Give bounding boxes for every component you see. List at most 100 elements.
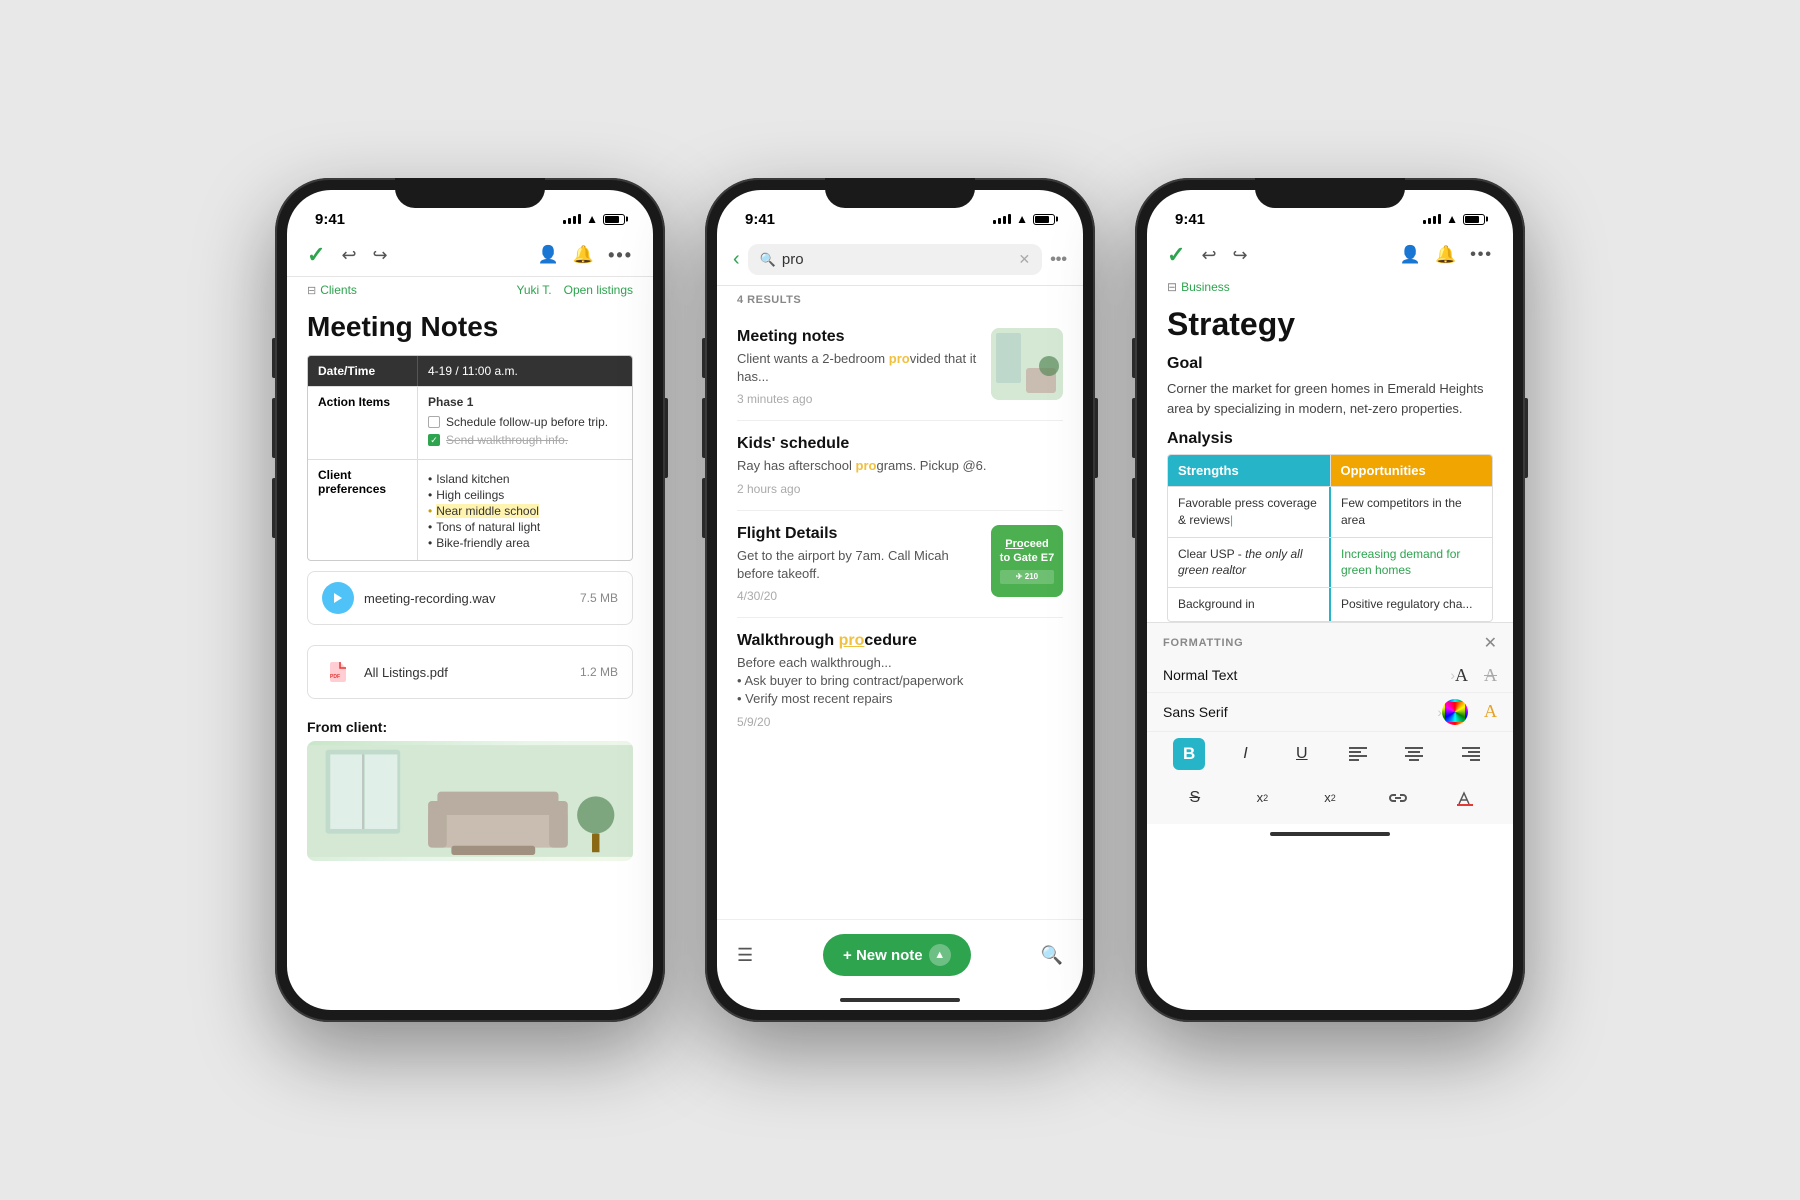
check-button-1[interactable]: ✓ <box>307 242 325 268</box>
search-result-1[interactable]: Meeting notes Client wants a 2-bedroom p… <box>737 314 1063 421</box>
new-note-bar: ☰ + New note ▲ 🔍 <box>717 919 1083 990</box>
attachment-audio[interactable]: meeting-recording.wav 7.5 MB <box>307 571 633 625</box>
toolbar-1: ✓ ↩ ↪ 👤 🔔 ••• <box>287 234 653 277</box>
italic-button[interactable]: I <box>1229 738 1261 770</box>
underline-button[interactable]: U <box>1286 738 1318 770</box>
sans-serif-icons: A <box>1442 699 1497 725</box>
signal-icon-1 <box>563 214 581 224</box>
swot-row-2: Clear USP - the only all green realtor I… <box>1168 537 1492 588</box>
more-button-3[interactable]: ••• <box>1470 246 1493 264</box>
subscript-button[interactable]: x2 <box>1314 782 1346 814</box>
breadcrumb-right1[interactable]: Yuki T. <box>516 283 551 297</box>
sans-serif-style[interactable]: Sans Serif <box>1163 704 1433 720</box>
search-result-2[interactable]: Kids' schedule Ray has afterschool progr… <box>737 421 1063 510</box>
undo-button-1[interactable]: ↩ <box>341 245 356 266</box>
normal-text-style[interactable]: Normal Text <box>1163 667 1446 683</box>
attachment-pdf[interactable]: PDF All Listings.pdf 1.2 MB <box>307 645 633 699</box>
bullet-4: •Tons of natural light <box>428 520 622 534</box>
strikethrough-button[interactable]: S <box>1179 782 1211 814</box>
from-client-label: From client: <box>287 709 653 741</box>
breadcrumb-label-1[interactable]: Clients <box>320 283 357 297</box>
goal-text: Corner the market for green homes in Eme… <box>1147 377 1513 426</box>
back-button[interactable]: ‹ <box>733 248 740 271</box>
search-query[interactable]: pro <box>782 251 1013 268</box>
normal-text-icons: A A <box>1455 665 1497 686</box>
search-result-3[interactable]: Flight Details Get to the airport by 7am… <box>737 511 1063 618</box>
audio-size: 7.5 MB <box>580 591 618 605</box>
formatting-close-button[interactable]: ✕ <box>1484 633 1497 653</box>
search-results-list: Meeting notes Client wants a 2-bedroom p… <box>717 314 1083 919</box>
checkbox-unchecked-1[interactable] <box>428 416 440 428</box>
bullet-3: • Near middle school <box>428 504 622 518</box>
result-time-2: 2 hours ago <box>737 482 1063 496</box>
table-col1-header: Date/Time <box>308 356 418 386</box>
result-time-4: 5/9/20 <box>737 715 1063 729</box>
search-more-button[interactable]: ••• <box>1050 251 1067 269</box>
cursor-indicator: | <box>1230 513 1233 527</box>
time-1: 9:41 <box>315 211 345 228</box>
new-note-chevron-icon[interactable]: ▲ <box>929 944 951 966</box>
opportunity-header: Opportunities <box>1331 455 1493 486</box>
color-picker-icon[interactable] <box>1442 699 1468 725</box>
flight-thumb-3: Proceedto Gate E7 ✈ 210 <box>991 525 1063 597</box>
hamburger-icon[interactable]: ☰ <box>737 945 753 966</box>
new-note-button[interactable]: + New note ▲ <box>823 934 971 976</box>
breadcrumb-right2[interactable]: Open listings <box>564 283 633 297</box>
superscript-button[interactable]: x2 <box>1246 782 1278 814</box>
link-button[interactable] <box>1382 782 1414 814</box>
bell-add-icon-3[interactable]: 🔔 <box>1435 245 1456 265</box>
bullet-5: •Bike-friendly area <box>428 536 622 550</box>
thumb-room-svg <box>991 328 1063 400</box>
redo-button-1[interactable]: ↪ <box>373 245 388 266</box>
table-row-prefs: Clientpreferences •Island kitchen •High … <box>308 460 632 560</box>
strength-cell-3: Background in <box>1168 588 1331 621</box>
format-row-normal: Normal Text › A A <box>1147 659 1513 693</box>
format-row-sans: Sans Serif › A <box>1147 693 1513 732</box>
action-items-value: Phase 1 Schedule follow-up before trip. … <box>418 387 632 459</box>
action-items-label: Action Items <box>308 387 418 459</box>
serif-font-icon[interactable]: A <box>1455 665 1468 686</box>
result-title-4: Walkthrough procedure <box>737 632 1063 650</box>
align-left-icon <box>1349 747 1367 761</box>
strength-text-3: Background in <box>1178 597 1255 611</box>
opportunity-cell-1: Few competitors in the area <box>1331 487 1492 537</box>
person-add-icon-3[interactable]: 👤 <box>1400 245 1421 265</box>
note-title-3: Strategy <box>1147 302 1513 351</box>
person-add-icon-1[interactable]: 👤 <box>538 245 559 265</box>
result-snippet-3: Get to the airport by 7am. Call Micah be… <box>737 547 979 583</box>
align-right-button[interactable] <box>1455 738 1487 770</box>
breadcrumb-label-3[interactable]: Business <box>1181 280 1230 294</box>
decorative-font-icon[interactable]: A <box>1484 701 1497 722</box>
strikethrough-font-icon[interactable]: A <box>1484 665 1497 686</box>
check-button-3[interactable]: ✓ <box>1167 242 1185 268</box>
search-clear-button[interactable]: ✕ <box>1018 251 1030 268</box>
highlight-button[interactable] <box>1449 782 1481 814</box>
search-input-wrap[interactable]: 🔍 pro ✕ <box>748 244 1043 275</box>
time-3: 9:41 <box>1175 211 1205 228</box>
checkbox-2[interactable]: ✓ Send walkthrough info. <box>428 433 622 447</box>
pdf-file-icon: PDF <box>326 660 350 684</box>
bullet-list-1: •Island kitchen •High ceilings • Near mi… <box>428 472 622 550</box>
swot-table: Strengths Opportunities Favorable press … <box>1167 454 1493 622</box>
note-table-1: Date/Time 4-19 / 11:00 a.m. Action Items… <box>307 355 633 561</box>
undo-button-3[interactable]: ↩ <box>1201 245 1216 266</box>
result-content-4: Walkthrough procedure Before each walkth… <box>737 632 1063 729</box>
signal-icon-2 <box>993 214 1011 224</box>
more-button-1[interactable]: ••• <box>608 245 633 266</box>
room-svg <box>307 741 633 861</box>
breadcrumb-1: ⊟ Clients Yuki T. Open listings <box>287 277 653 303</box>
align-left-button[interactable] <box>1342 738 1374 770</box>
checkbox-1[interactable]: Schedule follow-up before trip. <box>428 415 622 429</box>
table-row-actions: Action Items Phase 1 Schedule follow-up … <box>308 387 632 460</box>
audio-filename: meeting-recording.wav <box>364 591 496 606</box>
align-center-button[interactable] <box>1398 738 1430 770</box>
results-count: 4 RESULTS <box>717 286 1083 314</box>
result-title-1: Meeting notes <box>737 328 979 346</box>
bold-button[interactable]: B <box>1173 738 1205 770</box>
search-result-4[interactable]: Walkthrough procedure Before each walkth… <box>737 618 1063 743</box>
search-nav-icon[interactable]: 🔍 <box>1041 945 1063 966</box>
bell-add-icon-1[interactable]: 🔔 <box>573 245 594 265</box>
checkbox-checked-2[interactable]: ✓ <box>428 434 440 446</box>
formatting-title: FORMATTING <box>1163 637 1244 649</box>
redo-button-3[interactable]: ↪ <box>1233 245 1248 266</box>
